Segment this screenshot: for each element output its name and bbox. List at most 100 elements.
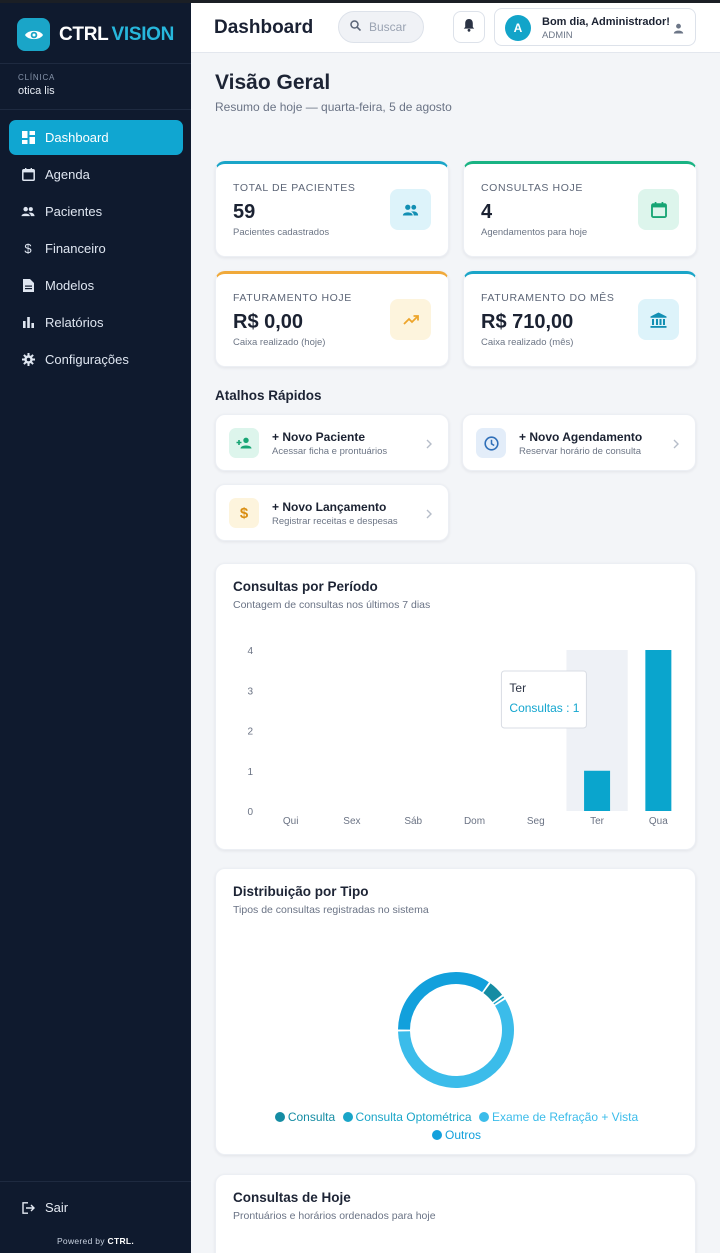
- bar-chart: 0 1 2 3 4 Qui Sex Sáb Dom Seg Ter Qua Ter Consultas :…: [247, 646, 672, 827]
- x-tick-label: Seg: [527, 816, 545, 827]
- powered-by: Powered by CTRL.: [0, 1236, 191, 1246]
- legend-label: Consulta: [287, 1110, 336, 1124]
- page-subtitle: Resumo de hoje — quarta-feira, 5 de agos…: [215, 100, 452, 114]
- sidebar-item-pacientes[interactable]: Pacientes: [9, 194, 183, 229]
- logo-text-primary: CTRL: [59, 23, 109, 45]
- calendar-icon: [21, 168, 35, 182]
- people-icon: [390, 189, 431, 230]
- bar: [645, 650, 672, 811]
- stat-value: R$ 710,00: [481, 311, 574, 333]
- powered-name: CTRL.: [107, 1236, 135, 1246]
- chart-card-period: Consultas por Período Contagem de consul…: [215, 563, 696, 850]
- stat-note: Caixa realizado (mês): [481, 337, 574, 348]
- chevron-right-icon: [426, 436, 432, 454]
- search-icon: [350, 18, 362, 36]
- user-role: ADMIN: [542, 30, 573, 41]
- legend-label: Exame de Refração + Vista: [491, 1110, 639, 1124]
- x-tick-label: Qui: [283, 816, 299, 827]
- people-icon: [21, 205, 35, 219]
- sidebar: CTRL VISION CLÍNICA otica lis Dashboard A…: [0, 0, 191, 1253]
- sidebar-nav: Dashboard Agenda Pacientes $ Financeiro …: [9, 120, 183, 379]
- legend-swatch: [478, 1112, 489, 1122]
- top-header: Dashboard A Bom dia, Administrador! ADMI…: [191, 3, 720, 53]
- clinic-label: CLÍNICA: [18, 73, 56, 82]
- clinic-name: otica lis: [18, 85, 55, 97]
- y-tick-label: 4: [247, 646, 253, 657]
- stat-value: 59: [233, 201, 256, 223]
- x-tick-label: Dom: [464, 816, 485, 827]
- legend-swatch: [342, 1112, 353, 1122]
- legend-label: Outros: [444, 1128, 481, 1142]
- stat-value: R$ 0,00: [233, 311, 304, 333]
- bank-icon: [638, 299, 679, 340]
- tooltip-label: Ter: [509, 681, 526, 695]
- sidebar-item-label: Dashboard: [45, 130, 109, 145]
- divider: [0, 63, 191, 64]
- sidebar-item-relatorios[interactable]: Relatórios: [9, 305, 183, 340]
- chevron-right-icon: [673, 436, 679, 454]
- donut-slice: [398, 999, 514, 1088]
- dollar-icon: $: [24, 241, 32, 256]
- shortcut-title: + Novo Paciente: [272, 430, 366, 444]
- stat-value: 4: [481, 201, 493, 223]
- dashboard-icon: [21, 131, 35, 145]
- sidebar-item-label: Modelos: [45, 278, 95, 293]
- add-person-icon: [229, 428, 259, 458]
- notifications-button[interactable]: [453, 11, 485, 43]
- legend-item[interactable]: Outros: [431, 1126, 481, 1144]
- document-icon: [21, 279, 35, 293]
- shortcut-title: + Novo Agendamento: [519, 430, 643, 444]
- sidebar-item-modelos[interactable]: Modelos: [9, 268, 183, 303]
- sidebar-item-financeiro[interactable]: $ Financeiro: [9, 231, 183, 266]
- powered-prefix: Powered by: [56, 1236, 105, 1246]
- dollar-icon: $: [229, 498, 259, 528]
- trending-up-icon: [390, 299, 431, 340]
- search-input[interactable]: [369, 20, 421, 34]
- divider: [0, 109, 191, 110]
- logout-icon: [21, 1201, 35, 1215]
- top-edge: [0, 0, 720, 3]
- stat-label: CONSULTAS HOJE: [481, 182, 583, 194]
- stat-note: Pacientes cadastrados: [233, 227, 330, 238]
- stat-card-patients: TOTAL DE PACIENTES 59 Pacientes cadastra…: [215, 161, 449, 257]
- clock-icon: [476, 428, 506, 458]
- legend-item[interactable]: Consulta Optométrica: [342, 1108, 472, 1126]
- shortcut-new-appointment[interactable]: + Novo Agendamento Reservar horário de c…: [462, 414, 696, 471]
- shortcut-subtitle: Registrar receitas e despesas: [272, 516, 398, 527]
- legend-swatch: [431, 1130, 442, 1140]
- sidebar-item-agenda[interactable]: Agenda: [9, 157, 183, 192]
- shortcut-subtitle: Acessar ficha e prontuários: [272, 446, 388, 457]
- donut-slice: [398, 972, 489, 1030]
- avatar: A: [505, 15, 531, 41]
- chart-card-type: Distribuição por Tipo Tipos de consultas…: [215, 868, 696, 1155]
- calendar-icon: [638, 189, 679, 230]
- user-greeting: Bom dia, Administrador!: [542, 16, 670, 28]
- sidebar-item-label: Agenda: [45, 167, 90, 182]
- y-tick-label: 3: [247, 686, 253, 697]
- eye-icon: [17, 18, 50, 51]
- bar-chart-icon: [21, 316, 35, 330]
- search-box[interactable]: [338, 11, 424, 43]
- stat-note: Agendamentos para hoje: [481, 227, 588, 238]
- user-menu[interactable]: A Bom dia, Administrador! ADMIN: [494, 8, 696, 46]
- page-title: Visão Geral: [215, 71, 331, 94]
- bar: [584, 770, 611, 811]
- stat-label: FATURAMENTO HOJE: [233, 292, 352, 304]
- chevron-right-icon: [426, 506, 432, 524]
- tooltip-value: Consultas : 1: [509, 701, 579, 715]
- divider: [0, 1181, 191, 1182]
- sidebar-item-dashboard[interactable]: Dashboard: [9, 120, 183, 155]
- shortcut-new-entry[interactable]: $ + Novo Lançamento Registrar receitas e…: [215, 484, 449, 541]
- today-appointments-card: Consultas de Hoje Prontuários e horários…: [215, 1174, 696, 1253]
- legend-swatch: [274, 1112, 285, 1122]
- app-frame: CTRL VISION CLÍNICA otica lis Dashboard A…: [0, 0, 720, 1253]
- legend-item[interactable]: Consulta: [274, 1108, 336, 1126]
- logout-button[interactable]: Sair: [21, 1200, 68, 1215]
- legend-item[interactable]: Exame de Refração + Vista: [478, 1108, 639, 1126]
- x-tick-label: Qua: [649, 816, 668, 827]
- sidebar-item-configuracoes[interactable]: Configurações: [9, 342, 183, 377]
- shortcut-new-patient[interactable]: + Novo Paciente Acessar ficha e prontuár…: [215, 414, 449, 471]
- section-subtitle-today: Prontuários e horários ordenados para ho…: [233, 1210, 436, 1222]
- x-tick-label: Ter: [590, 816, 605, 827]
- logo[interactable]: CTRL VISION: [17, 18, 174, 51]
